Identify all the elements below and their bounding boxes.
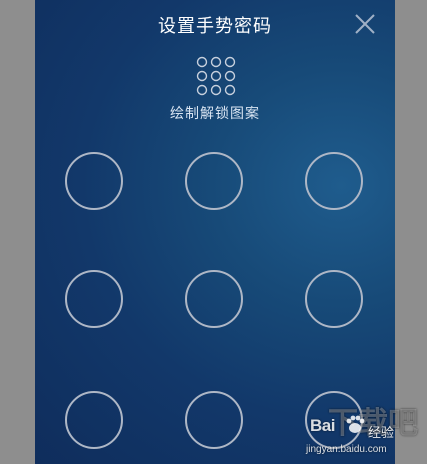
pattern-node-7[interactable] — [65, 391, 123, 449]
right-backdrop — [395, 0, 427, 464]
gesture-setup-screen: 设置手势密码 绘制解锁图案 — [35, 0, 395, 464]
left-backdrop — [0, 0, 35, 464]
pattern-node-1[interactable] — [65, 152, 123, 210]
pattern-node-5[interactable] — [185, 270, 243, 328]
pattern-node-3[interactable] — [305, 152, 363, 210]
pattern-node-8[interactable] — [185, 391, 243, 449]
pattern-node-9[interactable] — [305, 391, 363, 449]
pattern-grid[interactable] — [35, 0, 395, 464]
pattern-node-4[interactable] — [65, 270, 123, 328]
pattern-node-2[interactable] — [185, 152, 243, 210]
pattern-node-6[interactable] — [305, 270, 363, 328]
